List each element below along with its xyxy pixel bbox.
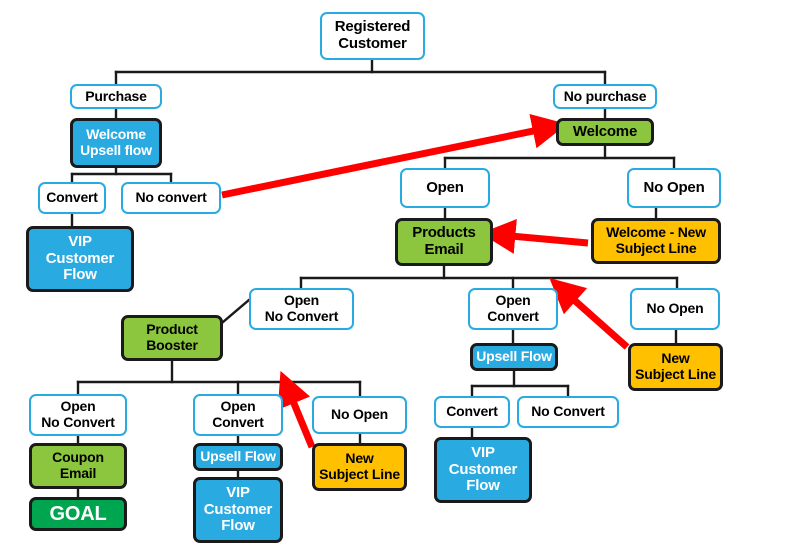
node-open-convert-1[interactable]: Open Convert (468, 288, 558, 330)
node-label: GOAL (49, 502, 107, 525)
node-new-subject-line-2[interactable]: New Subject Line (312, 443, 407, 491)
node-no-open-2[interactable]: No Open (630, 288, 720, 330)
node-no-purchase[interactable]: No purchase (553, 84, 657, 109)
node-vip-customer-flow-3[interactable]: VIP Customer Flow (193, 477, 283, 543)
node-label: No convert (135, 189, 207, 206)
node-label: Convert (46, 189, 98, 206)
node-label: Open No Convert (41, 398, 115, 430)
node-label: Upsell Flow (476, 348, 552, 365)
node-label: No Open (646, 300, 704, 317)
node-product-booster[interactable]: Product Booster (121, 315, 223, 361)
node-upsell-flow-2[interactable]: Upsell Flow (193, 443, 283, 471)
node-label: VIP Customer Flow (45, 232, 115, 284)
node-label: Products Email (412, 224, 476, 258)
node-label: Product Booster (146, 321, 198, 353)
node-label: No purchase (563, 87, 647, 104)
node-label: Welcome - New Subject Line (606, 224, 706, 256)
node-label: Purchase (85, 87, 147, 104)
node-no-convert-1[interactable]: No convert (121, 182, 221, 214)
node-label: No Open (643, 178, 705, 196)
node-convert-1[interactable]: Convert (38, 182, 106, 214)
node-label: New Subject Line (635, 350, 716, 382)
node-welcome-upsell-flow[interactable]: Welcome Upsell flow (70, 118, 162, 168)
node-purchase[interactable]: Purchase (70, 84, 162, 109)
red-arrow-subject-to-products-email (480, 218, 589, 254)
node-welcome-new-subject[interactable]: Welcome - New Subject Line (591, 218, 721, 264)
node-open-convert-2[interactable]: Open Convert (193, 394, 283, 436)
node-label: No Convert (531, 403, 605, 420)
node-goal[interactable]: GOAL (29, 497, 127, 531)
red-arrow-no-convert-to-welcome (221, 113, 568, 199)
node-label: Welcome (572, 122, 638, 140)
node-label: Upsell Flow (200, 448, 276, 465)
node-coupon-email[interactable]: Coupon Email (29, 443, 127, 489)
node-no-open-3[interactable]: No Open (312, 396, 407, 434)
node-upsell-flow-1[interactable]: Upsell Flow (470, 343, 558, 371)
node-registered-customer[interactable]: Registered Customer (320, 12, 425, 60)
node-convert-2[interactable]: Convert (434, 396, 510, 428)
node-label: Registered Customer (334, 18, 411, 52)
node-welcome[interactable]: Welcome (556, 118, 654, 146)
red-arrow-subject-to-open-convert-right (549, 277, 630, 350)
node-open-1[interactable]: Open (400, 168, 490, 208)
node-label: New Subject Line (319, 450, 400, 482)
node-label: Convert (446, 403, 498, 420)
node-label: Open Convert (487, 292, 539, 324)
node-label: Coupon Email (52, 449, 104, 481)
node-label: Open Convert (212, 398, 264, 430)
flowchart-canvas: Registered Customer Purchase No purchase We… (0, 0, 800, 559)
node-new-subject-line-1[interactable]: New Subject Line (628, 343, 723, 391)
red-arrow-subject-to-open-convert-left (277, 370, 316, 449)
node-label: No Open (331, 406, 388, 423)
node-open-no-convert-2[interactable]: Open No Convert (29, 394, 127, 436)
node-open-no-convert-1[interactable]: Open No Convert (249, 288, 354, 330)
node-products-email[interactable]: Products Email (395, 218, 493, 266)
node-no-convert-2[interactable]: No Convert (517, 396, 619, 428)
node-label: Welcome Upsell flow (80, 126, 152, 158)
node-vip-customer-flow-2[interactable]: VIP Customer Flow (434, 437, 532, 503)
node-vip-customer-flow-1[interactable]: VIP Customer Flow (26, 226, 134, 292)
node-label: VIP Customer Flow (203, 483, 273, 535)
node-no-open-1[interactable]: No Open (627, 168, 721, 208)
node-label: Open (426, 178, 464, 196)
node-label: VIP Customer Flow (448, 443, 518, 495)
node-label: Open No Convert (264, 292, 339, 324)
